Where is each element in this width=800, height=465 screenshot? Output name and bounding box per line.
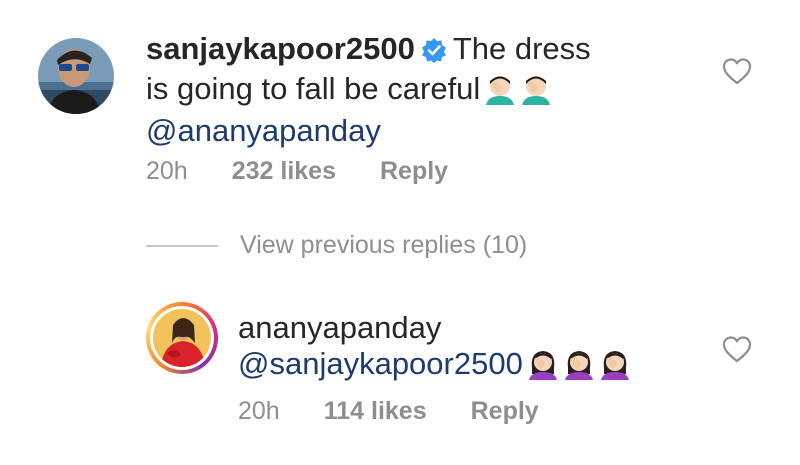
reply-likes-count-button[interactable]: 114 likes: [324, 397, 427, 426]
comment-timestamp: 20h: [146, 157, 188, 185]
reply-mention-link[interactable]: @sanjaykapoor2500: [238, 346, 523, 381]
comment-meta-1: 20h 232 likes Reply: [146, 157, 448, 186]
comment-text-line1: The dress: [452, 31, 591, 66]
view-previous-replies-row[interactable]: View previous replies (10): [146, 231, 527, 260]
reply-username[interactable]: ananyapanday: [238, 310, 441, 345]
reply-reply-button[interactable]: Reply: [471, 397, 539, 426]
comment-meta-2: 20h 114 likes Reply: [238, 397, 539, 426]
facepalm-woman-icon: [599, 348, 631, 388]
facepalm-man-icon: [484, 73, 516, 113]
avatar-ananyapanday[interactable]: [146, 302, 218, 374]
facepalm-man-icon: [520, 73, 552, 113]
comment-body-1: sanjaykapoor2500 The dress is going to fa…: [146, 31, 706, 149]
likes-count-button[interactable]: 232 likes: [232, 157, 336, 186]
comment-body-2: ananyapanday @sanjaykapoor2500: [238, 310, 698, 388]
reply-timestamp: 20h: [238, 397, 280, 425]
mention-link[interactable]: @ananyapanday: [146, 113, 381, 148]
like-heart-icon[interactable]: [722, 57, 752, 90]
comment-text-line2: is going to fall be careful: [146, 71, 481, 106]
verified-badge-icon: [421, 35, 447, 71]
avatar-sanjaykapoor2500[interactable]: [38, 38, 114, 114]
view-previous-replies-link[interactable]: View previous replies (10): [240, 231, 527, 260]
reply-button[interactable]: Reply: [380, 157, 448, 186]
reply-like-heart-icon[interactable]: [722, 335, 752, 368]
facepalm-woman-icon: [527, 348, 559, 388]
facepalm-woman-icon: [563, 348, 595, 388]
divider-line: [146, 244, 218, 247]
comment-username[interactable]: sanjaykapoor2500: [146, 31, 415, 66]
